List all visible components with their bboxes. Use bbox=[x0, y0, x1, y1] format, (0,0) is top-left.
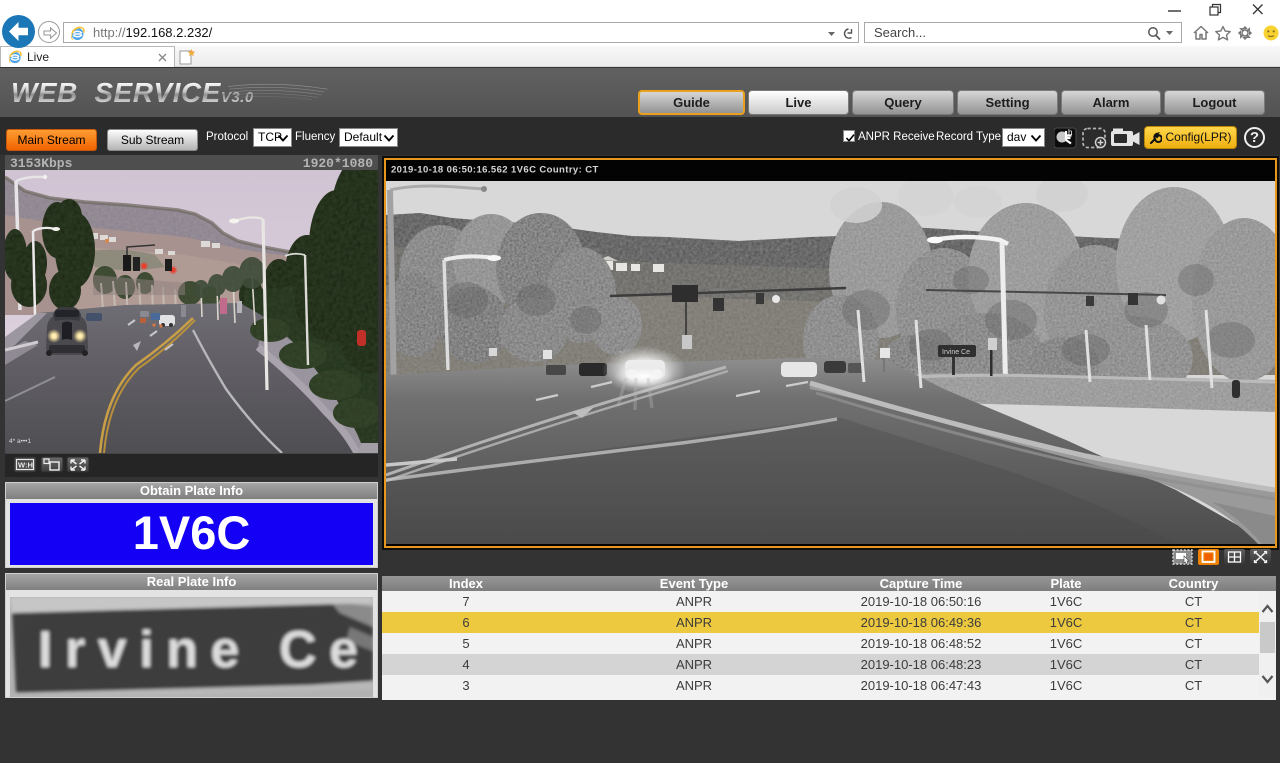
svg-text:3153Kbps: 3153Kbps bbox=[10, 156, 73, 171]
svg-text:1920*1080: 1920*1080 bbox=[303, 156, 373, 171]
svg-text:W:H: W:H bbox=[18, 461, 33, 470]
svg-text:2019-10-18 06:50:16.562 1V6C C: 2019-10-18 06:50:16.562 1V6C Country: CT bbox=[391, 165, 599, 176]
svg-text:4* a•••1: 4* a•••1 bbox=[9, 438, 31, 445]
svg-text:h: h bbox=[1068, 128, 1072, 137]
svg-text:Irvine Ce: Irvine Ce bbox=[942, 349, 970, 356]
